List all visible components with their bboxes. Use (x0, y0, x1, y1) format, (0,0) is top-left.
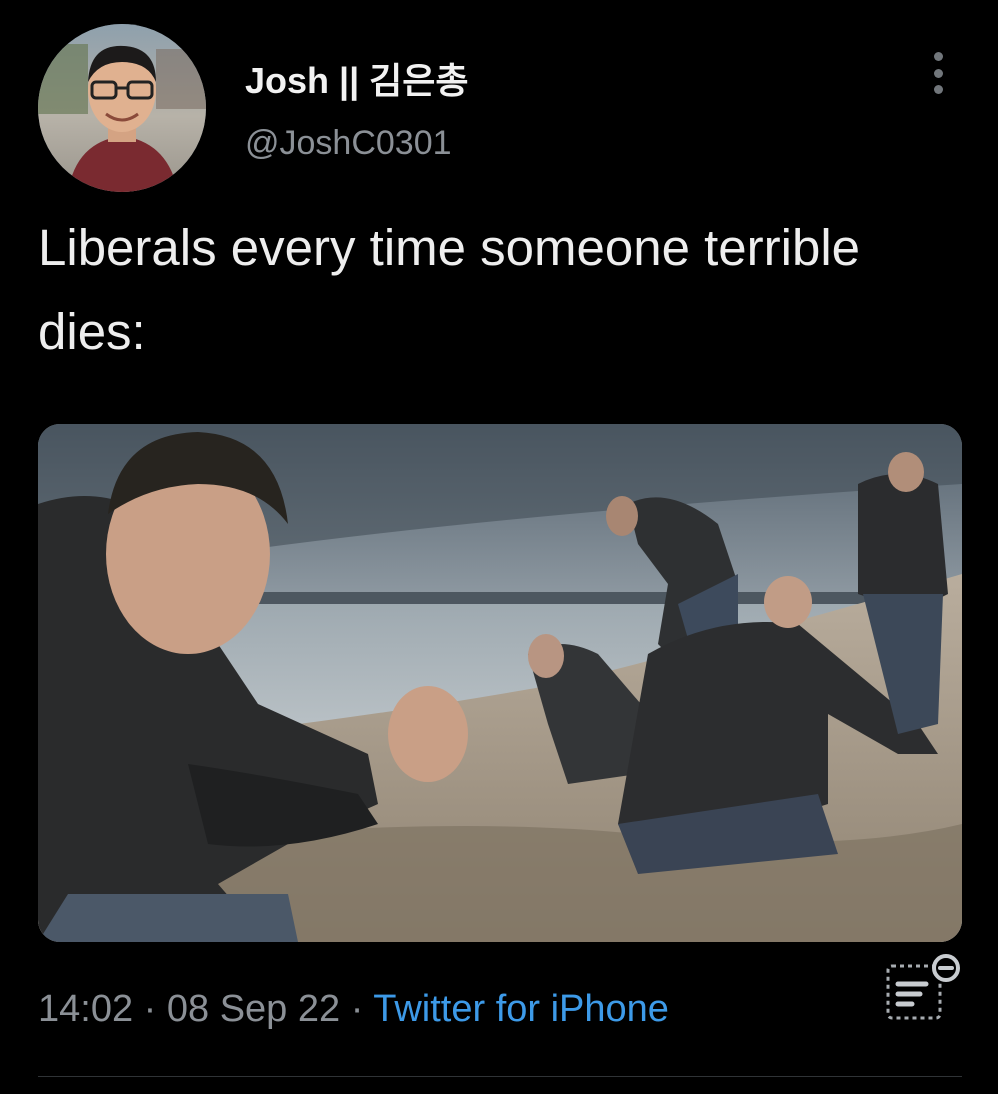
tweet-card: Josh || 김은총 @JoshC0301 Liberals every ti… (0, 0, 998, 1094)
more-vertical-icon-dot (933, 68, 943, 78)
avatar-image (38, 24, 206, 192)
meta-separator: · (143, 988, 157, 1030)
more-vertical-icon (933, 52, 943, 61)
view-analytics-icon (886, 954, 960, 1020)
more-vertical-icon-dot (933, 85, 943, 94)
tweet-metadata: 14:02 · 08 Sep 22 · Twitter for iPhone (38, 988, 669, 1031)
meta-separator: · (350, 988, 364, 1030)
tweet-time[interactable]: 14:02 (38, 988, 133, 1030)
view-analytics-button[interactable] (880, 952, 964, 1028)
user-handle[interactable]: @JoshC0301 (245, 124, 452, 163)
tweet-text: Liberals every time someone terrible die… (38, 219, 861, 360)
more-options-button[interactable] (918, 46, 958, 100)
tweet-media-image[interactable] (38, 424, 962, 942)
avatar[interactable] (38, 24, 206, 192)
display-name[interactable]: Josh || 김은총 (245, 52, 469, 104)
tweet-date[interactable]: 08 Sep 22 (167, 988, 340, 1030)
meme-photo (38, 424, 962, 942)
divider (38, 1076, 962, 1077)
tweet-source-link[interactable]: Twitter for iPhone (373, 988, 669, 1030)
